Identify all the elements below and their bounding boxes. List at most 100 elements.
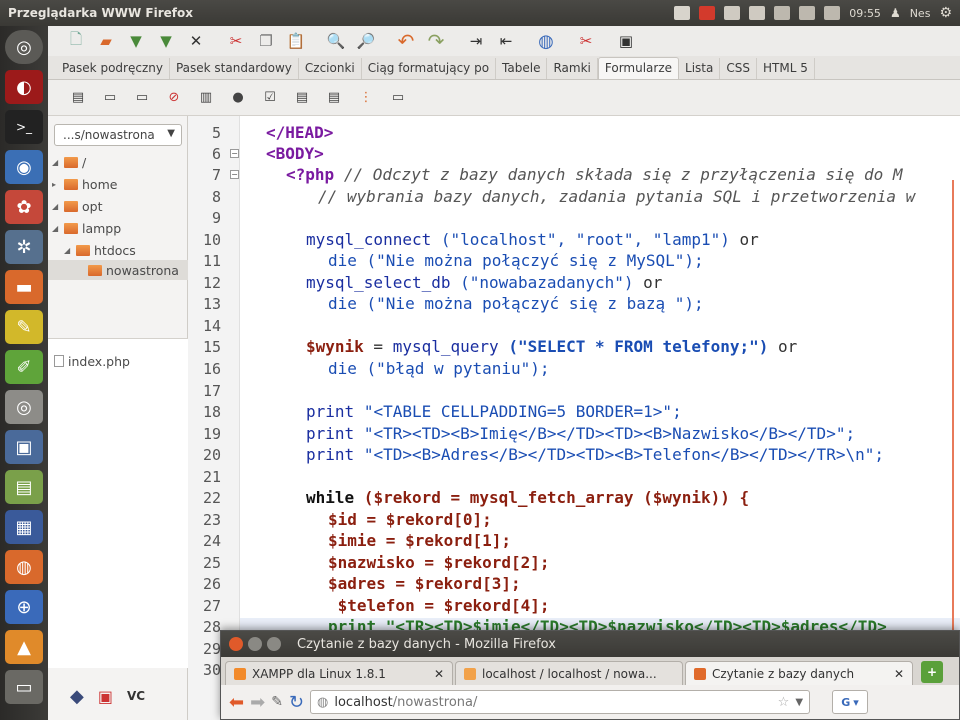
url-dropdown-icon[interactable]: ▼ xyxy=(795,697,809,708)
tree-item-root[interactable]: ◢ / xyxy=(52,152,86,172)
apps-icon[interactable]: ▤ xyxy=(5,470,43,504)
cut-icon[interactable]: ✂ xyxy=(222,28,250,54)
back-icon[interactable]: ⬅ xyxy=(229,692,244,713)
mail-icon[interactable] xyxy=(749,6,766,20)
close-window-icon[interactable] xyxy=(229,637,243,651)
tab-pasek-podreczny[interactable]: Pasek podręczny xyxy=(56,58,170,79)
notes-icon[interactable]: ✐ xyxy=(5,350,43,384)
opera-icon[interactable]: ◐ xyxy=(5,70,43,104)
new-tab-icon[interactable]: + xyxy=(921,661,943,683)
disc-icon[interactable]: ◎ xyxy=(5,390,43,424)
battery-icon[interactable] xyxy=(774,6,791,20)
ff-tab-phpmyadmin[interactable]: localhost / localhost / nowa... xyxy=(455,661,683,685)
path-combo[interactable]: ...s/nowastrona ▼ xyxy=(54,124,182,146)
close-icon[interactable]: ✕ xyxy=(182,28,210,54)
minimize-window-icon[interactable] xyxy=(248,637,262,651)
select-icon[interactable]: ▤ xyxy=(288,86,316,110)
save-all-icon[interactable]: ▼ xyxy=(152,28,180,54)
textarea-icon[interactable]: ▥ xyxy=(192,86,220,110)
stop-icon[interactable]: ⊘ xyxy=(160,86,188,110)
volume-icon[interactable] xyxy=(824,6,841,20)
picasa-icon[interactable]: ✿ xyxy=(5,190,43,224)
fullscreen-icon[interactable]: ▣ xyxy=(612,28,640,54)
tab-tabele[interactable]: Tabele xyxy=(496,58,548,79)
network-icon[interactable]: ⊕ xyxy=(5,590,43,624)
dash-home-icon[interactable]: ◎ xyxy=(5,30,43,64)
line-number: 18 xyxy=(202,403,221,421)
tools-icon[interactable]: ✂ xyxy=(572,28,600,54)
calculator-icon[interactable]: ▦ xyxy=(5,510,43,544)
replace-icon[interactable]: 🔎 xyxy=(352,28,380,54)
tab-lista[interactable]: Lista xyxy=(679,58,721,79)
tab-formularze[interactable]: Formularze xyxy=(597,57,680,79)
bookmark-icon[interactable]: ✎ xyxy=(271,694,283,710)
gear-icon[interactable]: ⚙ xyxy=(939,5,952,21)
dropbox-icon[interactable] xyxy=(724,6,741,20)
tree-item-nowastrona[interactable]: nowastrona xyxy=(88,260,179,280)
tab-ramki[interactable]: Ramki xyxy=(547,58,598,79)
wifi-icon[interactable] xyxy=(799,6,816,20)
screenshot-icon[interactable]: ▣ xyxy=(5,430,43,464)
tree-item-home[interactable]: ▸ home xyxy=(52,174,117,194)
firefox-icon[interactable]: ◍ xyxy=(5,550,43,584)
fold-toggle-icon[interactable]: − xyxy=(230,170,239,179)
tree-item-lampp[interactable]: ◢ lampp xyxy=(52,218,121,238)
hidden-field-icon[interactable]: ▭ xyxy=(384,86,412,110)
red-app-icon[interactable] xyxy=(699,6,716,20)
search-icon[interactable]: 🔍 xyxy=(322,28,350,54)
forward-icon[interactable]: ➡ xyxy=(250,692,265,713)
ff-tab-czytanie[interactable]: Czytanie z bazy danych ✕ xyxy=(685,661,913,685)
tab-ciag-formatujacy[interactable]: Ciąg formatujący po xyxy=(362,58,497,79)
button-icon[interactable]: ▭ xyxy=(96,86,124,110)
search-engine-icon[interactable]: G ▾ xyxy=(832,690,869,714)
option-icon[interactable]: ▤ xyxy=(320,86,348,110)
save-icon[interactable]: ▼ xyxy=(122,28,150,54)
input-field-icon[interactable]: ▭ xyxy=(128,86,156,110)
unindent-icon[interactable]: ⇤ xyxy=(492,28,520,54)
tree-label: home xyxy=(82,176,118,192)
undo-icon[interactable]: ↶ xyxy=(392,28,420,54)
terminal-icon[interactable]: >_ xyxy=(5,110,43,144)
settings-icon[interactable]: ✲ xyxy=(5,230,43,264)
launcher: ◎ ◐ >_ ◉ ✿ ✲ ▬ ✎ ✐ ◎ ▣ ▤ ▦ ◍ ⊕ ▲ ▭ xyxy=(0,26,48,720)
new-file-icon[interactable]: 🗋 xyxy=(62,28,90,54)
trash-icon[interactable]: ▭ xyxy=(5,670,43,704)
user-icon[interactable]: ♟ xyxy=(890,6,901,20)
reload-icon[interactable]: ↻ xyxy=(289,692,304,713)
star-icon[interactable]: ☆ xyxy=(778,695,790,710)
tree-item-opt[interactable]: ◢ opt xyxy=(52,196,102,216)
maximize-window-icon[interactable] xyxy=(267,637,281,651)
form-icon[interactable]: ▤ xyxy=(64,86,92,110)
redo-icon[interactable]: ↷ xyxy=(422,28,450,54)
url-bar[interactable]: ◍ localhost/nowastrona/ ☆ ▼ xyxy=(310,690,811,714)
copy-icon[interactable]: ❐ xyxy=(252,28,280,54)
browser-preview-icon[interactable]: ◍ xyxy=(532,28,560,54)
indent-icon[interactable]: ⇥ xyxy=(462,28,490,54)
clock[interactable]: 09:55 xyxy=(849,7,881,20)
keyboard-icon[interactable] xyxy=(674,6,691,20)
tree-item-htdocs[interactable]: ◢ htdocs xyxy=(64,240,136,260)
close-tab-icon[interactable]: ✕ xyxy=(434,667,444,681)
pdf-icon[interactable]: ▣ xyxy=(98,687,113,706)
label-icon[interactable]: ⋮ xyxy=(352,86,380,110)
close-tab-icon[interactable]: ✕ xyxy=(894,667,904,681)
tab-css[interactable]: CSS xyxy=(720,58,757,79)
tab-html5[interactable]: HTML 5 xyxy=(757,58,815,79)
checkbox-icon[interactable]: ☑ xyxy=(256,86,284,110)
open-folder-icon[interactable]: ▰ xyxy=(92,28,120,54)
chromium-icon[interactable]: ◉ xyxy=(5,150,43,184)
tab-pasek-standardowy[interactable]: Pasek standardowy xyxy=(170,58,299,79)
vlc-icon[interactable]: ▲ xyxy=(5,630,43,664)
file-item[interactable]: index.php xyxy=(54,351,130,371)
fold-toggle-icon[interactable]: − xyxy=(230,149,239,158)
paste-icon[interactable]: 📋 xyxy=(282,28,310,54)
ff-tab-xampp[interactable]: XAMPP dla Linux 1.8.1 ✕ xyxy=(225,661,453,685)
radio-icon[interactable]: ● xyxy=(224,86,252,110)
tab-czcionki[interactable]: Czcionki xyxy=(299,58,362,79)
editor-icon[interactable]: ✎ xyxy=(5,310,43,344)
code-token: or xyxy=(778,337,798,356)
spellcheck-icon[interactable]: VC xyxy=(127,689,145,703)
files-icon[interactable]: ▬ xyxy=(5,270,43,304)
user-name[interactable]: Nes xyxy=(910,7,931,20)
filesystem-icon[interactable]: ◆ xyxy=(70,686,84,707)
